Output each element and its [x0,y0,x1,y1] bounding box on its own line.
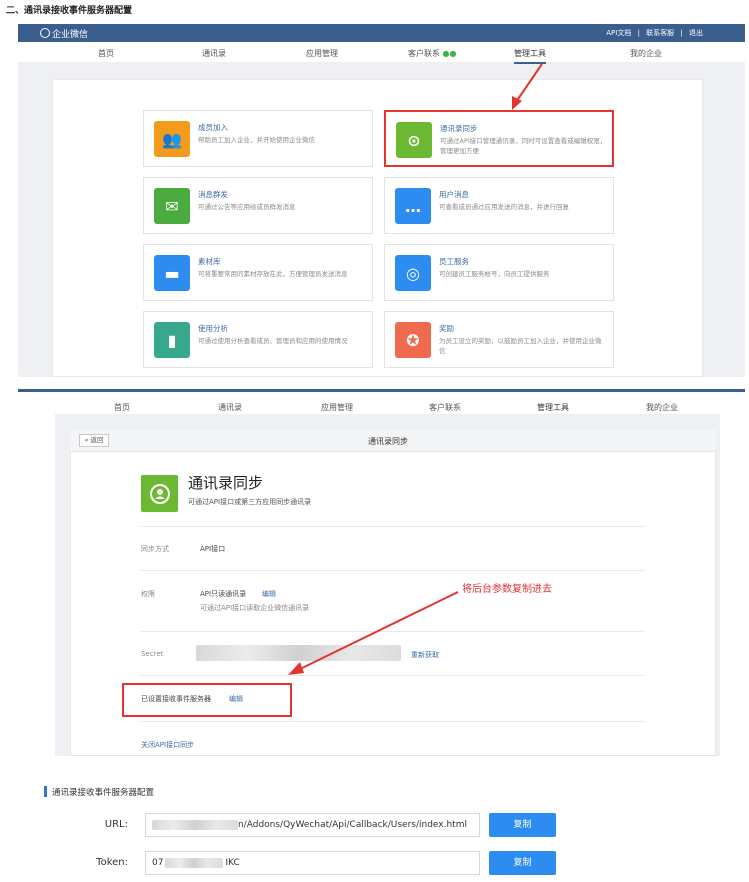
nav-home[interactable]: 首页 [98,48,114,59]
secret-label: Secret [141,650,164,658]
tool-card-desc: 可通过使用分析查看成员、管理员和应用的使用情况 [198,337,348,345]
copy-token-button[interactable]: 复制 [489,851,556,875]
annotation-arrow-2 [288,591,459,675]
users-icon: 👥 [154,121,190,157]
top-links: API文档 | 联系客服 | 退出 [606,29,703,37]
sync-app-icon [141,475,178,512]
tool-card[interactable]: ✪ 奖励为员工设立的奖励，以鼓励员工加入企业，并使用企业微信 [384,311,614,368]
event-server-status: 已设置接收事件服务器 [141,695,211,703]
sync-page-title: 通讯录同步 [368,437,408,446]
nav-my-company[interactable]: 我的企业 [646,402,678,413]
tool-card[interactable]: ◎ 员工服务可创建员工服务帐号，向员工提供服务 [384,244,614,301]
config-section-title: 通讯录接收事件服务器配置 [52,788,155,798]
back-button[interactable]: « 返回 [79,434,109,447]
nav-customer[interactable]: 客户联系 [429,402,461,413]
annotation-arrow-1 [512,63,543,110]
permission-label: 权限 [141,590,155,598]
copy-url-button[interactable]: 复制 [489,813,556,837]
tool-card-desc: 可通过API接口管理通讯录，同时可设置查看或编辑权限，管理更加方便 [440,137,607,155]
tool-card-desc: 帮助员工加入企业，并开始使用企业微信 [198,136,315,144]
event-server-edit-link[interactable]: 编辑 [229,694,243,704]
token-blurred-part [165,857,224,868]
wechat-icon: ●● [442,49,457,58]
tool-card[interactable]: ✉ 消息群发可通过公告等应用给成员群发消息 [143,177,373,234]
broadcast-icon: ✉ [154,188,190,224]
api-docs-link[interactable]: API文档 [606,29,631,37]
doc-heading: 二、通讯录接收事件服务器配置 [6,6,133,16]
tool-card-desc: 可查看成员通过应用发送的消息，并进行回复 [439,203,569,211]
url-field[interactable]: n/Addons/QyWechat/Api/Callback/Users/ind… [145,813,480,837]
award-icon: ✪ [395,322,431,358]
app-logo-text: 企业微信 [52,30,89,40]
tool-card-title: 成员加入 [198,123,228,132]
contact-support-link[interactable]: 联系客服 [646,29,674,37]
tool-card-title: 用户消息 [439,190,469,199]
main-nav: 首页 通讯录 应用管理 客户联系 ●● 管理工具 我的企业 [18,42,745,64]
nav-apps[interactable]: 应用管理 [321,402,353,413]
permission-value: API只读通讯录 [200,590,247,598]
nav-customer[interactable]: 客户联系 ●● [408,48,457,59]
wework-logo-icon [40,28,50,38]
token-field[interactable]: 07 IKC [145,851,480,875]
section-divider [18,389,745,392]
permission-edit-link[interactable]: 编辑 [262,589,276,599]
tool-card-title: 素材库 [198,257,221,266]
nav-apps[interactable]: 应用管理 [306,48,338,59]
tool-card-desc: 为员工设立的奖励，以鼓励员工加入企业，并使用企业微信 [439,337,602,355]
tool-card-title: 员工服务 [439,257,469,266]
chat-icon: … [395,188,431,224]
tool-card-desc: 可创建员工服务帐号，向员工提供服务 [439,270,550,278]
nav-home[interactable]: 首页 [114,402,130,413]
sync-mode-label: 同步方式 [141,545,169,553]
tool-card-title: 消息群发 [198,190,228,199]
token-label: Token: [96,857,128,868]
folder-icon: ▬ [154,255,190,291]
tool-card-desc: 可通过公告等应用给成员群发消息 [198,203,296,211]
section-marker [44,786,47,797]
tool-card[interactable]: 👥 成员加入帮助员工加入企业，并开始使用企业微信 [143,110,373,167]
nav-contacts[interactable]: 通讯录 [218,402,242,413]
annotation-text: 将后台参数复制进去 [462,584,552,595]
sync-mode-value: API接口 [200,545,226,553]
tool-card[interactable]: ▬ 素材库可将重要常用的素材存放在此，方便管理员发送消息 [143,244,373,301]
logout-link[interactable]: 退出 [689,29,703,37]
tool-card[interactable]: ⊙ 通讯录同步可通过API接口管理通讯录，同时可设置查看或编辑权限，管理更加方便 [384,110,614,167]
analytics-icon: ▮ [154,322,190,358]
headset-icon: ◎ [395,255,431,291]
nav-my-company[interactable]: 我的企业 [630,48,662,59]
tool-card-title: 使用分析 [198,324,228,333]
tool-card[interactable]: ▮ 使用分析可通过使用分析查看成员、管理员和应用的使用情况 [143,311,373,368]
url-blurred-part [152,819,238,830]
main-nav-2: 首页 通讯录 应用管理 客户联系 管理工具 我的企业 [18,396,745,418]
sync-app-title: 通讯录同步 [188,474,264,492]
nav-contacts[interactable]: 通讯录 [202,48,226,59]
tool-card[interactable]: … 用户消息可查看成员通过应用发送的消息，并进行回复 [384,177,614,234]
tool-card-desc: 可将重要常用的素材存放在此，方便管理员发送消息 [198,270,348,278]
top-bar: 企业微信 API文档 | 联系客服 | 退出 [18,24,745,42]
sync-user-icon: ⊙ [396,122,432,158]
tool-card-title: 奖励 [439,324,454,333]
close-api-sync-link[interactable]: 关闭API接口同步 [141,740,194,750]
sync-app-desc: 可通过API接口或第三方应用同步通讯录 [188,498,312,506]
url-label: URL: [104,819,128,830]
tool-card-title: 通讯录同步 [440,124,478,133]
